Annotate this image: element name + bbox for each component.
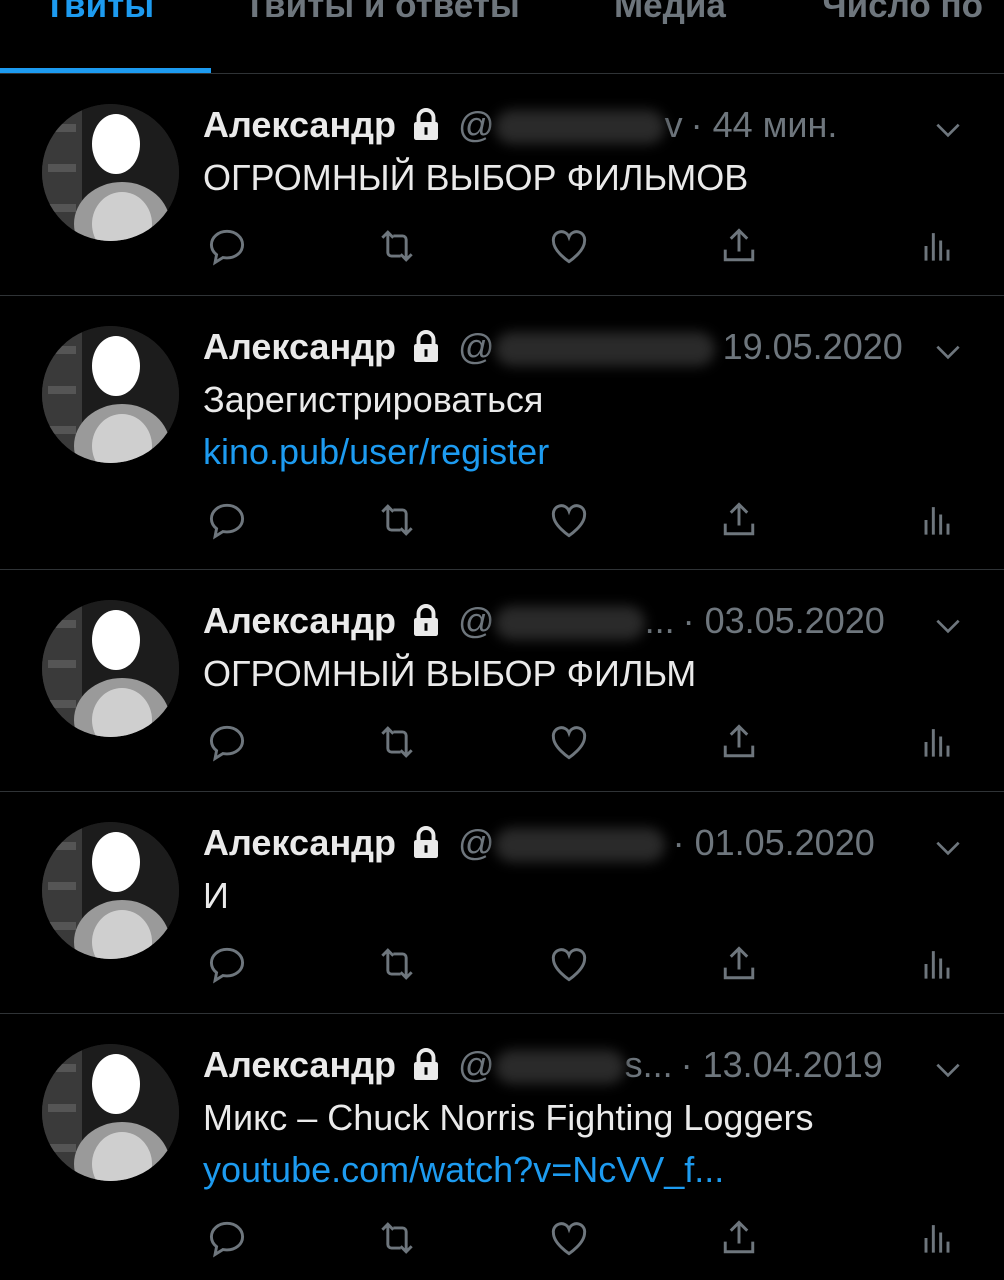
tweet-actions [205,498,965,542]
tweet[interactable]: Александр @ v · 44 мин. ОГРОМНЫЙ ВЫБОР ФИ… [0,74,1004,296]
analytics-icon[interactable] [915,942,959,986]
author-handle[interactable]: @ [458,326,715,368]
avatar[interactable] [42,326,179,463]
lock-icon [408,825,444,861]
reply-icon[interactable] [205,498,249,542]
tweet-text: Микс – Chuck Norris Fighting Loggers yout… [203,1097,814,1190]
tweet-time[interactable]: · 44 мин. [691,104,838,146]
tweet-header: Александр @... · 03.05.2020 [203,599,885,643]
lock-icon [408,107,444,143]
author-name[interactable]: Александр [203,600,396,642]
reply-icon[interactable] [205,1216,249,1260]
reply-icon[interactable] [205,720,249,764]
analytics-icon[interactable] [915,498,959,542]
chevron-down-icon[interactable] [932,610,964,642]
author-handle[interactable]: @... [458,600,675,642]
retweet-icon[interactable] [375,498,419,542]
tweet-time[interactable]: · 13.04.2019 [681,1044,883,1086]
tweet-text: ОГРОМНЫЙ ВЫБОР ФИЛЬМ [203,653,697,694]
tweet[interactable]: Александр @ · 01.05.2020 И [0,792,1004,1014]
tweet-actions [205,942,965,986]
share-icon[interactable] [717,720,761,764]
retweet-icon[interactable] [375,1216,419,1260]
tweet-text: И [203,875,229,916]
avatar[interactable] [42,822,179,959]
tweet-header: Александр @ 19.05.2020 [203,325,903,369]
retweet-icon[interactable] [375,942,419,986]
chevron-down-icon[interactable] [932,336,964,368]
chevron-down-icon[interactable] [932,114,964,146]
tab-tweets[interactable]: Твиты [44,0,154,26]
share-icon[interactable] [717,1216,761,1260]
retweet-icon[interactable] [375,224,419,268]
author-name[interactable]: Александр [203,822,396,864]
like-icon[interactable] [547,720,591,764]
tweet-link[interactable]: kino.pub/user/register [203,431,549,472]
tweet-header: Александр @ v · 44 мин. [203,103,837,147]
tweet[interactable]: Александр @... · 03.05.2020 ОГРОМНЫЙ ВЫБ… [0,570,1004,792]
avatar[interactable] [42,600,179,737]
share-icon[interactable] [717,942,761,986]
chevron-down-icon[interactable] [932,1054,964,1086]
tab-tweets-and-replies[interactable]: Твиты и ответы [244,0,520,26]
author-handle[interactable]: @ s... [458,1044,673,1086]
chevron-down-icon[interactable] [932,832,964,864]
analytics-icon[interactable] [915,1216,959,1260]
tweet-link[interactable]: youtube.com/watch?v=NcVV_f... [203,1149,724,1190]
tweet-time[interactable]: 19.05.2020 [723,326,903,368]
profile-tab-bar: Твиты Твиты и ответы Медиа Число по [0,0,1004,74]
author-handle[interactable]: @ [458,822,665,864]
tweet-actions [205,1216,965,1260]
tweet-time[interactable]: · 03.05.2020 [683,600,885,642]
like-icon[interactable] [547,224,591,268]
author-name[interactable]: Александр [203,1044,396,1086]
like-icon[interactable] [547,942,591,986]
tweet[interactable]: Александр @ s... · 13.04.2019 Микс – Chuc… [0,1014,1004,1280]
author-name[interactable]: Александр [203,104,396,146]
tweet-actions [205,720,965,764]
active-tab-indicator [0,68,211,73]
reply-icon[interactable] [205,942,249,986]
lock-icon [408,603,444,639]
avatar[interactable] [42,104,179,241]
author-handle[interactable]: @ v [458,104,683,146]
share-icon[interactable] [717,224,761,268]
analytics-icon[interactable] [915,720,959,764]
like-icon[interactable] [547,1216,591,1260]
tab-likes[interactable]: Число по [822,0,983,26]
tweet-time[interactable]: · 01.05.2020 [673,822,875,864]
author-name[interactable]: Александр [203,326,396,368]
analytics-icon[interactable] [915,224,959,268]
tab-media[interactable]: Медиа [614,0,726,26]
share-icon[interactable] [717,498,761,542]
tweet-actions [205,224,965,268]
lock-icon [408,329,444,365]
tweet-header: Александр @ s... · 13.04.2019 [203,1043,883,1087]
avatar[interactable] [42,1044,179,1181]
reply-icon[interactable] [205,224,249,268]
like-icon[interactable] [547,498,591,542]
tweet[interactable]: Александр @ 19.05.2020 Зарегистрироватьс… [0,296,1004,570]
tweet-text: Зарегистрироваться kino.pub/user/registe… [203,379,550,472]
tweet-text: ОГРОМНЫЙ ВЫБОР ФИЛЬМОВ [203,157,749,198]
lock-icon [408,1047,444,1083]
retweet-icon[interactable] [375,720,419,764]
tweet-header: Александр @ · 01.05.2020 [203,821,875,865]
